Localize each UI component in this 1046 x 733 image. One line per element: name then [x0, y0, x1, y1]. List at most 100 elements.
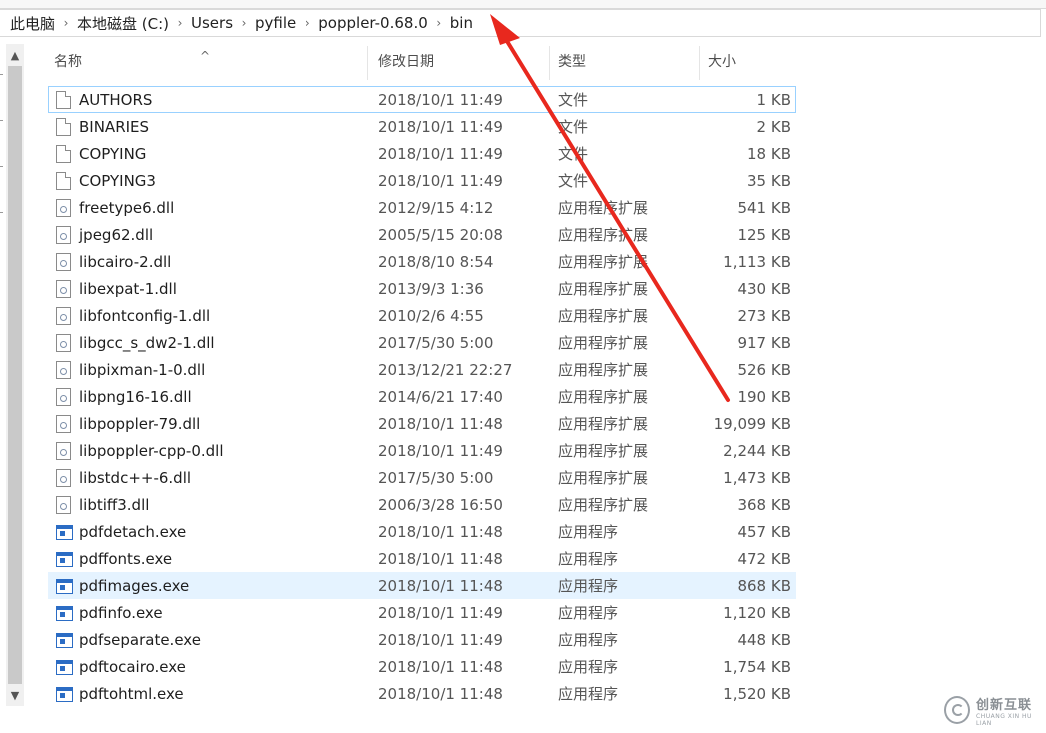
file-row[interactable]: libfontconfig-1.dll 2010/2/6 4:55 应用程序扩展 27…	[48, 302, 796, 329]
column-header-size[interactable]: 大小	[700, 46, 800, 80]
file-type: 应用程序	[558, 685, 619, 703]
file-modified-date: 2018/10/1 11:48	[378, 550, 503, 568]
file-size: 1,473 KB	[723, 469, 791, 487]
breadcrumb-chevron-icon[interactable]: ›	[237, 16, 251, 30]
file-type: 应用程序扩展	[558, 388, 649, 406]
file-row[interactable]: libpixman-1-0.dll 2013/12/21 22:27 应用程序扩展 5…	[48, 356, 796, 383]
file-row[interactable]: BINARIES 2018/10/1 11:49 文件 2 KB	[48, 113, 796, 140]
file-modified-date: 2017/5/30 5:00	[378, 334, 494, 352]
file-name: jpeg62.dll	[79, 226, 154, 244]
file-modified-date: 2018/10/1 11:48	[378, 658, 503, 676]
file-name: libpoppler-cpp-0.dll	[79, 442, 224, 460]
file-row[interactable]: libcairo-2.dll 2018/8/10 8:54 应用程序扩展 1,113 …	[48, 248, 796, 275]
breadcrumb-item[interactable]: pyfile	[251, 14, 300, 32]
file-row[interactable]: libpoppler-79.dll 2018/10/1 11:48 应用程序扩展 19…	[48, 410, 796, 437]
file-type: 文件	[558, 91, 589, 109]
file-name: AUTHORS	[79, 91, 153, 109]
breadcrumb-item[interactable]: Users	[187, 14, 237, 32]
file-type: 应用程序扩展	[558, 361, 649, 379]
file-row[interactable]: pdfimages.exe 2018/10/1 11:48 应用程序 868 KB	[48, 572, 796, 599]
file-type: 应用程序	[558, 523, 619, 541]
file-row[interactable]: pdftohtml.exe 2018/10/1 11:48 应用程序 1,520 KB	[48, 680, 796, 707]
breadcrumb-item[interactable]: poppler-0.68.0	[314, 14, 431, 32]
file-name: pdfseparate.exe	[79, 631, 201, 649]
vertical-scrollbar[interactable]: ▲ ▼	[6, 44, 24, 706]
file-modified-date: 2010/2/6 4:55	[378, 307, 484, 325]
file-size: 1,754 KB	[723, 658, 791, 676]
file-name: libexpat-1.dll	[79, 280, 177, 298]
file-modified-date: 2018/10/1 11:49	[378, 442, 503, 460]
column-header-type[interactable]: 类型	[550, 46, 700, 80]
left-edge-marks	[0, 44, 4, 706]
dll-icon	[56, 496, 71, 514]
column-header-date[interactable]: 修改日期	[368, 46, 550, 80]
file-icon	[56, 118, 71, 136]
file-icon	[56, 145, 71, 163]
file-size: 457 KB	[737, 523, 791, 541]
file-row[interactable]: libgcc_s_dw2-1.dll 2017/5/30 5:00 应用程序扩展 91…	[48, 329, 796, 356]
file-row[interactable]: libpoppler-cpp-0.dll 2018/10/1 11:49 应用程序扩…	[48, 437, 796, 464]
file-modified-date: 2006/3/28 16:50	[378, 496, 503, 514]
breadcrumb-item[interactable]: 此电脑	[0, 13, 59, 34]
breadcrumb-item[interactable]: bin	[446, 14, 477, 32]
file-row[interactable]: libexpat-1.dll 2013/9/3 1:36 应用程序扩展 430 KB	[48, 275, 796, 302]
dll-icon	[56, 388, 71, 406]
file-size: 35 KB	[747, 172, 791, 190]
file-icon	[56, 172, 71, 190]
file-size: 273 KB	[737, 307, 791, 325]
file-row[interactable]: jpeg62.dll 2005/5/15 20:08 应用程序扩展 125 KB	[48, 221, 796, 248]
file-type: 应用程序扩展	[558, 415, 649, 433]
column-header-name[interactable]: 名称 ^	[48, 46, 368, 80]
scrollbar-thumb[interactable]	[8, 66, 22, 684]
file-row[interactable]: freetype6.dll 2012/9/15 4:12 应用程序扩展 541 KB	[48, 194, 796, 221]
file-row[interactable]: pdfinfo.exe 2018/10/1 11:49 应用程序 1,120 KB	[48, 599, 796, 626]
dll-icon	[56, 226, 71, 244]
file-type: 应用程序	[558, 631, 619, 649]
file-row[interactable]: libpng16-16.dll 2014/6/21 17:40 应用程序扩展 190 …	[48, 383, 796, 410]
file-type: 应用程序扩展	[558, 334, 649, 352]
file-row[interactable]: libstdc++-6.dll 2017/5/30 5:00 应用程序扩展 1,473…	[48, 464, 796, 491]
address-bar-breadcrumb[interactable]: 此电脑 › 本地磁盘 (C:) › Users › pyfile › poppler-0.68.…	[0, 9, 1041, 37]
dll-icon	[56, 334, 71, 352]
file-size: 1,113 KB	[723, 253, 791, 271]
file-row[interactable]: COPYING3 2018/10/1 11:49 文件 35 KB	[48, 167, 796, 194]
dll-icon	[56, 307, 71, 325]
file-name: libpoppler-79.dll	[79, 415, 201, 433]
file-modified-date: 2018/10/1 11:48	[378, 523, 503, 541]
file-row[interactable]: pdftocairo.exe 2018/10/1 11:48 应用程序 1,754 K…	[48, 653, 796, 680]
exe-icon	[56, 525, 73, 540]
file-modified-date: 2014/6/21 17:40	[378, 388, 503, 406]
file-modified-date: 2018/10/1 11:49	[378, 631, 503, 649]
file-row[interactable]: pdfseparate.exe 2018/10/1 11:49 应用程序 448 KB	[48, 626, 796, 653]
scroll-down-arrow-icon[interactable]: ▼	[6, 686, 24, 704]
file-row[interactable]: libtiff3.dll 2006/3/28 16:50 应用程序扩展 368 KB	[48, 491, 796, 518]
breadcrumb-item[interactable]: 本地磁盘 (C:)	[73, 13, 173, 34]
dll-icon	[56, 253, 71, 271]
file-row[interactable]: COPYING 2018/10/1 11:49 文件 18 KB	[48, 140, 796, 167]
file-name: pdftohtml.exe	[79, 685, 184, 703]
file-type: 文件	[558, 145, 589, 163]
file-type: 应用程序扩展	[558, 280, 649, 298]
file-row[interactable]: pdffonts.exe 2018/10/1 11:48 应用程序 472 KB	[48, 545, 796, 572]
file-row[interactable]: AUTHORS 2018/10/1 11:49 文件 1 KB	[48, 86, 796, 113]
file-size: 472 KB	[737, 550, 791, 568]
file-modified-date: 2018/10/1 11:49	[378, 604, 503, 622]
file-row[interactable]: pdfdetach.exe 2018/10/1 11:48 应用程序 457 KB	[48, 518, 796, 545]
file-size: 430 KB	[737, 280, 791, 298]
file-size: 526 KB	[737, 361, 791, 379]
file-name: pdfimages.exe	[79, 577, 190, 595]
file-name: libpixman-1-0.dll	[79, 361, 206, 379]
file-type: 文件	[558, 118, 589, 136]
file-modified-date: 2018/10/1 11:49	[378, 91, 503, 109]
file-type: 应用程序扩展	[558, 199, 649, 217]
file-modified-date: 2018/8/10 8:54	[378, 253, 494, 271]
breadcrumb-chevron-icon[interactable]: ›	[300, 16, 314, 30]
file-size: 368 KB	[737, 496, 791, 514]
breadcrumb-chevron-icon[interactable]: ›	[59, 16, 73, 30]
exe-icon	[56, 687, 73, 702]
breadcrumb-chevron-icon[interactable]: ›	[173, 16, 187, 30]
breadcrumb-chevron-icon[interactable]: ›	[432, 16, 446, 30]
file-size: 448 KB	[737, 631, 791, 649]
scroll-up-arrow-icon[interactable]: ▲	[6, 46, 24, 64]
file-type: 应用程序	[558, 550, 619, 568]
